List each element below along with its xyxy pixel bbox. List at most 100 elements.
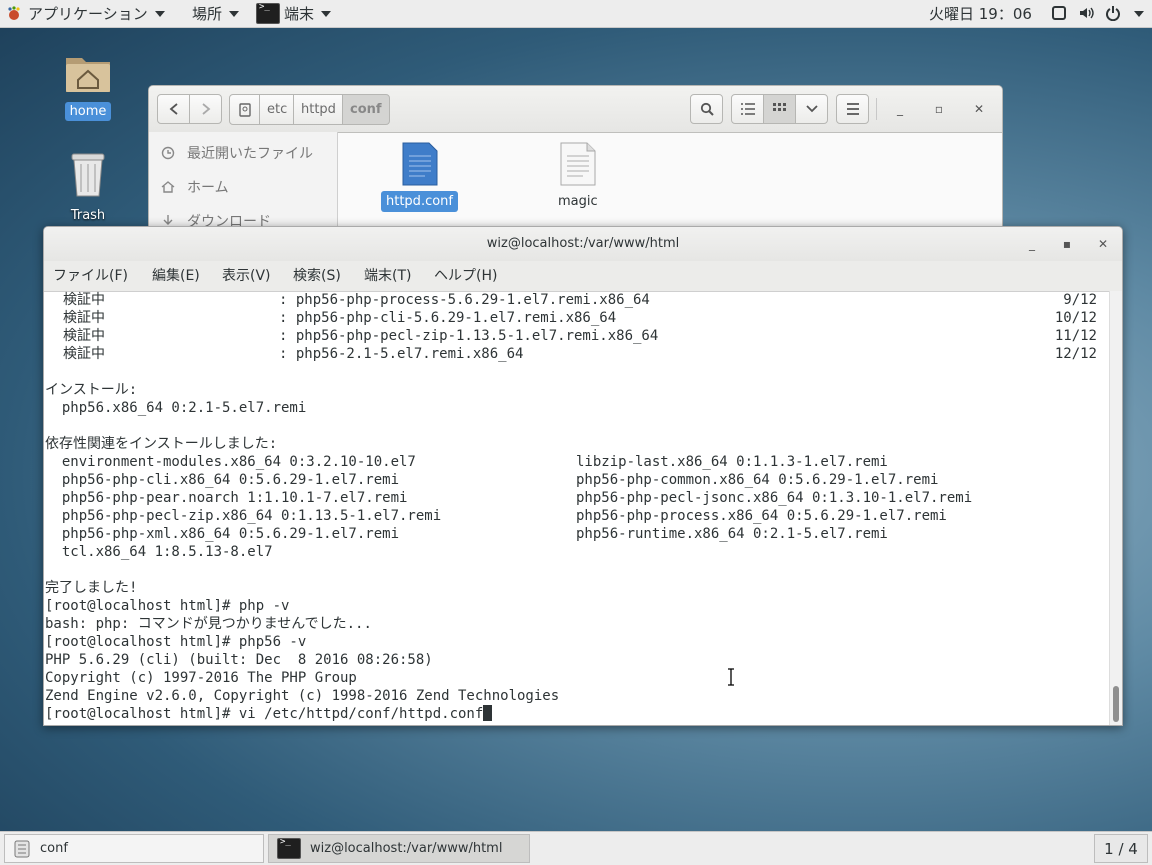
places-label: 場所 [192, 5, 223, 23]
maximize-icon: ▫ [934, 102, 944, 116]
terminal-titlebar[interactable]: wiz@localhost:/var/www/html [44, 227, 1122, 261]
breadcrumb-label: etc [267, 102, 288, 117]
install-header: インストール: [45, 382, 138, 398]
breadcrumb-etc[interactable]: etc [259, 94, 296, 125]
sidebar-item-label: 最近開いたファイル [187, 146, 313, 162]
volume-icon[interactable] [1078, 5, 1094, 21]
places-menu[interactable]: 場所 [192, 0, 240, 27]
search-button[interactable] [690, 94, 723, 124]
file-label: magic [558, 194, 598, 209]
sidebar-item-home[interactable]: ホーム [161, 177, 229, 197]
menu-button[interactable] [836, 94, 869, 124]
verify-label: 検証中 [63, 328, 105, 344]
verify-package: : php56-php-process-5.6.29-1.el7.remi.x8… [279, 292, 650, 308]
window-title: wiz@localhost:/var/www/html [486, 236, 680, 251]
dep-package: php56-php-xml.x86_64 0:5.6.29-1.el7.remi [45, 526, 400, 542]
breadcrumb-httpd[interactable]: httpd [293, 94, 344, 125]
verify-count: 11/12 [1054, 328, 1097, 344]
chevron-down-icon[interactable] [1134, 11, 1144, 17]
output-line: Zend Engine v2.6.0, Copyright (c) 1998-2… [45, 688, 560, 704]
list-view-button[interactable] [731, 94, 764, 124]
close-button[interactable]: ✕ [1095, 236, 1111, 252]
output-line: [root@localhost html]# php -v [45, 598, 290, 614]
prompt-line[interactable]: [root@localhost html]# vi /etc/httpd/con… [45, 705, 493, 723]
verify-label: 検証中 [63, 346, 105, 362]
menu-help[interactable]: ヘルプ(H) [434, 261, 497, 291]
file-magic[interactable]: magic [553, 142, 603, 212]
output-line: bash: php: コマンドが見つかりませんでした... [45, 616, 372, 632]
display-icon[interactable] [1051, 5, 1067, 21]
minimize-button[interactable]: _ [1024, 236, 1040, 252]
terminal-scrollbar[interactable] [1109, 291, 1122, 725]
scrollbar-thumb[interactable] [1113, 686, 1119, 722]
sidebar-item-label: ホーム [187, 180, 229, 196]
ibeam-cursor-icon [728, 668, 734, 686]
task-label: conf [40, 841, 68, 856]
maximize-button[interactable]: ▪ [1059, 236, 1075, 252]
verify-package: : php56-php-cli-5.6.29-1.el7.remi.x86_64 [279, 310, 617, 326]
applications-label: アプリケーション [28, 5, 148, 23]
file-manager-headerbar: etc httpd conf _ ▫ ✕ [149, 86, 1002, 133]
close-button[interactable]: ✕ [971, 101, 987, 117]
hamburger-icon [846, 103, 859, 115]
chevron-left-icon [169, 103, 178, 115]
output-line: [root@localhost html]# php56 -v [45, 634, 307, 650]
chevron-down-icon [321, 10, 332, 17]
menu-edit[interactable]: 編集(E) [152, 261, 200, 291]
clock-label: 火曜日 19：06 [929, 5, 1032, 23]
power-icon[interactable] [1105, 5, 1121, 22]
gnome-foot-icon [6, 5, 22, 22]
applications-menu[interactable]: アプリケーション [6, 0, 165, 27]
verify-count: 12/12 [1054, 346, 1097, 362]
verify-count: 9/12 [1063, 292, 1097, 308]
workspace-switcher[interactable]: 1 / 4 [1094, 834, 1148, 863]
chevron-down-icon [154, 10, 165, 17]
task-terminal[interactable]: wiz@localhost:/var/www/html [268, 834, 530, 863]
minimize-icon: _ [897, 102, 903, 116]
breadcrumb-root[interactable] [229, 94, 260, 125]
chevron-down-icon [229, 10, 240, 17]
verify-count: 10/12 [1054, 310, 1097, 326]
maximize-icon: ▪ [1062, 237, 1072, 251]
close-icon: ✕ [973, 102, 985, 116]
menu-search[interactable]: 検索(S) [293, 261, 341, 291]
menu-file[interactable]: ファイル(F) [53, 261, 128, 291]
file-manager-window: etc httpd conf _ ▫ ✕ 最近開いたファイル ホーム ダウンロー… [148, 85, 1003, 247]
desktop-trash-icon[interactable]: Trash [53, 150, 123, 225]
text-file-icon [402, 142, 437, 186]
output-line: Copyright (c) 1997-2016 The PHP Group [45, 670, 357, 686]
verify-label: 検証中 [63, 310, 105, 326]
chevron-down-icon [805, 105, 818, 113]
dep-package: tcl.x86_64 1:8.5.13-8.el7 [45, 544, 273, 560]
task-conf[interactable]: conf [4, 834, 264, 863]
dep-package: php56-php-pecl-zip.x86_64 0:1.13.5-1.el7… [45, 508, 442, 524]
minimize-icon: _ [1029, 237, 1035, 251]
file-httpd-conf[interactable]: httpd.conf [381, 142, 458, 212]
desktop-home-icon[interactable]: home [53, 50, 123, 121]
text-cursor [483, 705, 493, 721]
view-options-button[interactable] [795, 94, 828, 124]
desktop-home-label: home [64, 102, 112, 121]
breadcrumb-conf[interactable]: conf [342, 94, 390, 125]
menu-terminal[interactable]: 端末(T) [364, 261, 411, 291]
minimize-button[interactable]: _ [892, 101, 908, 117]
menu-view[interactable]: 表示(V) [222, 261, 271, 291]
clock[interactable]: 火曜日 19：06 [929, 0, 1032, 27]
back-button[interactable] [157, 94, 190, 124]
sidebar-item-recent[interactable]: 最近開いたファイル [161, 143, 313, 163]
complete-message: 完了しました! [45, 580, 138, 596]
terminal-icon [277, 837, 301, 859]
forward-button[interactable] [189, 94, 222, 124]
workspace-label: 1 / 4 [1104, 839, 1138, 858]
dep-package: php56-php-common.x86_64 0:5.6.29-1.el7.r… [576, 472, 939, 488]
terminal-output[interactable]: 検証中 : php56-php-process-5.6.29-1.el7.rem… [45, 291, 1109, 725]
grid-view-button[interactable] [763, 94, 796, 124]
command-text: [root@localhost html]# vi /etc/httpd/con… [45, 706, 484, 722]
dep-package: php56-php-pear.noarch 1:1.10.1-7.el7.rem… [45, 490, 408, 506]
file-cabinet-icon [14, 840, 30, 857]
terminal-icon [256, 2, 280, 24]
verify-package: : php56-2.1-5.el7.remi.x86_64 [279, 346, 524, 362]
maximize-button[interactable]: ▫ [931, 101, 947, 117]
active-app-menu[interactable]: 端末 [256, 0, 332, 27]
output-line: PHP 5.6.29 (cli) (built: Dec 8 2016 08:2… [45, 652, 433, 668]
